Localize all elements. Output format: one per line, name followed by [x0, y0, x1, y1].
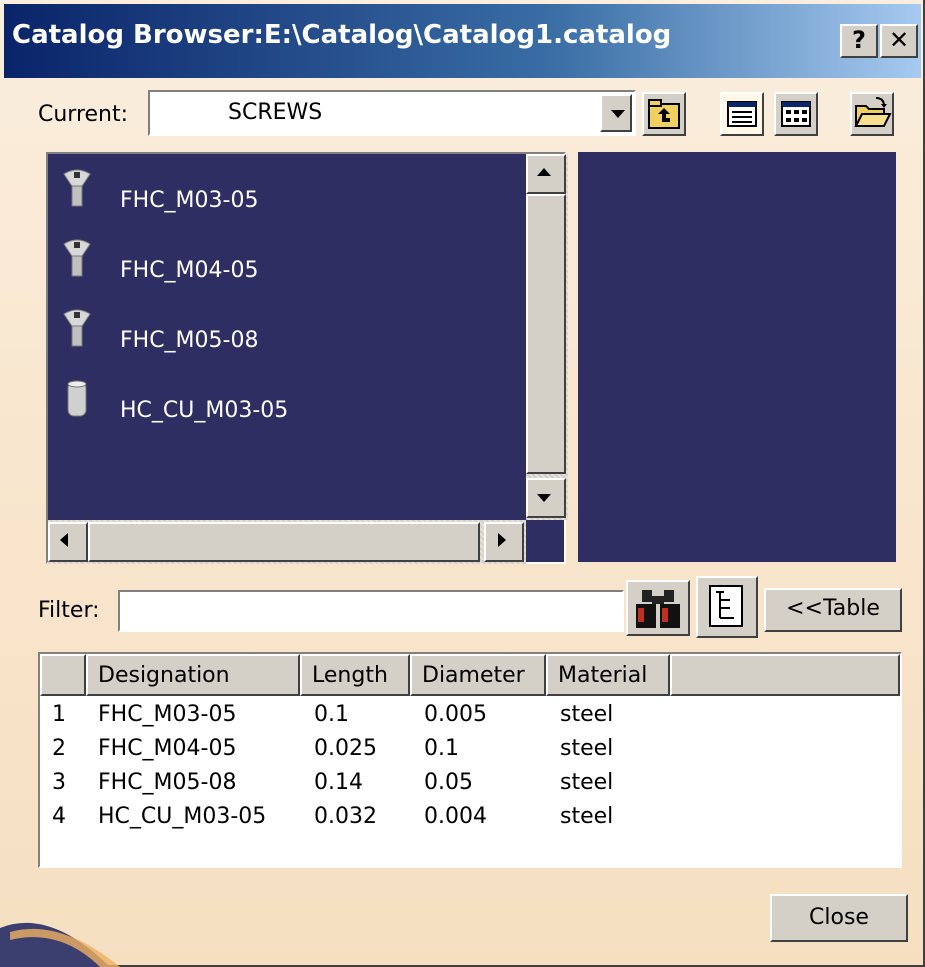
current-label: Current:: [38, 102, 129, 127]
scroll-up-icon[interactable]: [526, 154, 566, 194]
binoculars-icon[interactable]: [626, 580, 690, 636]
table-toggle-button[interactable]: <<Table: [764, 588, 902, 632]
column-header-length[interactable]: Length: [300, 654, 410, 696]
scroll-down-icon[interactable]: [526, 478, 566, 518]
filter-label: Filter:: [38, 598, 100, 623]
close-button[interactable]: Close: [770, 894, 908, 942]
screw-icon: [63, 309, 91, 347]
row-diameter: 0.004: [424, 804, 487, 829]
row-material: steel: [560, 804, 614, 829]
current-chapter-value: SCREWS: [228, 100, 323, 125]
row-diameter: 0.005: [424, 702, 487, 727]
preview-panel: [578, 152, 896, 562]
column-header-material[interactable]: Material: [546, 654, 670, 696]
row-material: steel: [560, 770, 614, 795]
detail-view-icon[interactable]: [774, 92, 818, 136]
cylinder-icon: [67, 380, 87, 417]
window-close-button[interactable]: ✕: [880, 24, 918, 58]
row-length: 0.14: [314, 770, 363, 795]
catalog-items: FHC_M03-05 FHC_M04-05 FHC_M05-08 HC_CU_M…: [48, 154, 526, 520]
window-title: Catalog Browser:E:\Catalog\Catalog1.cata…: [12, 20, 672, 50]
row-material: steel: [560, 702, 614, 727]
table-row[interactable]: 2 FHC_M04-05 0.025 0.1 steel: [40, 732, 900, 766]
list-item-label: FHC_M05-08: [120, 328, 259, 353]
folder-up-icon[interactable]: [642, 92, 686, 136]
decorative-logo-swoosh: [0, 922, 120, 967]
catalog-browser-dialog: Catalog Browser:E:\Catalog\Catalog1.cata…: [0, 0, 925, 967]
row-designation: FHC_M04-05: [98, 736, 237, 761]
tree-icon[interactable]: [696, 576, 758, 638]
current-chapter-select[interactable]: SCREWS: [148, 90, 636, 136]
row-diameter: 0.1: [424, 736, 459, 761]
row-index: 3: [52, 770, 66, 795]
row-length: 0.1: [314, 702, 349, 727]
column-header-index[interactable]: [40, 654, 86, 696]
row-index: 1: [52, 702, 66, 727]
hscrollbar-thumb[interactable]: [88, 522, 480, 562]
table-row[interactable]: 4 HC_CU_M03-05 0.032 0.004 steel: [40, 800, 900, 834]
open-folder-icon[interactable]: [850, 92, 894, 136]
help-button[interactable]: ?: [840, 24, 878, 58]
row-designation: FHC_M03-05: [98, 702, 237, 727]
table-row[interactable]: 3 FHC_M05-08 0.14 0.05 steel: [40, 766, 900, 800]
row-material: steel: [560, 736, 614, 761]
column-header-designation[interactable]: Designation: [86, 654, 300, 696]
row-designation: HC_CU_M03-05: [98, 804, 267, 829]
column-header-diameter[interactable]: Diameter: [410, 654, 546, 696]
catalog-item-list[interactable]: FHC_M03-05 FHC_M04-05 FHC_M05-08 HC_CU_M…: [46, 152, 568, 564]
row-diameter: 0.05: [424, 770, 473, 795]
vertical-scrollbar[interactable]: [526, 154, 568, 520]
table-header: Designation Length Diameter Material: [40, 654, 900, 696]
chevron-down-icon[interactable]: [600, 94, 632, 132]
horizontal-scrollbar[interactable]: [48, 520, 526, 564]
row-index: 4: [52, 804, 66, 829]
row-index: 2: [52, 736, 66, 761]
list-item-label: FHC_M03-05: [120, 188, 259, 213]
list-item-label: HC_CU_M03-05: [120, 398, 289, 423]
row-length: 0.025: [314, 736, 377, 761]
row-designation: FHC_M05-08: [98, 770, 237, 795]
column-header-filler: [670, 654, 900, 696]
scroll-left-icon[interactable]: [48, 522, 88, 562]
catalog-table[interactable]: Designation Length Diameter Material 1 F…: [38, 652, 902, 868]
filter-input[interactable]: [118, 590, 624, 632]
title-bar[interactable]: Catalog Browser:E:\Catalog\Catalog1.cata…: [4, 4, 921, 78]
row-length: 0.032: [314, 804, 377, 829]
scrollbar-thumb[interactable]: [526, 194, 566, 474]
scroll-right-icon[interactable]: [484, 522, 524, 562]
table-row[interactable]: 1 FHC_M03-05 0.1 0.005 steel: [40, 698, 900, 732]
list-view-icon[interactable]: [720, 92, 764, 136]
screw-icon: [63, 169, 91, 207]
list-item-label: FHC_M04-05: [120, 258, 259, 283]
screw-icon: [63, 239, 91, 277]
